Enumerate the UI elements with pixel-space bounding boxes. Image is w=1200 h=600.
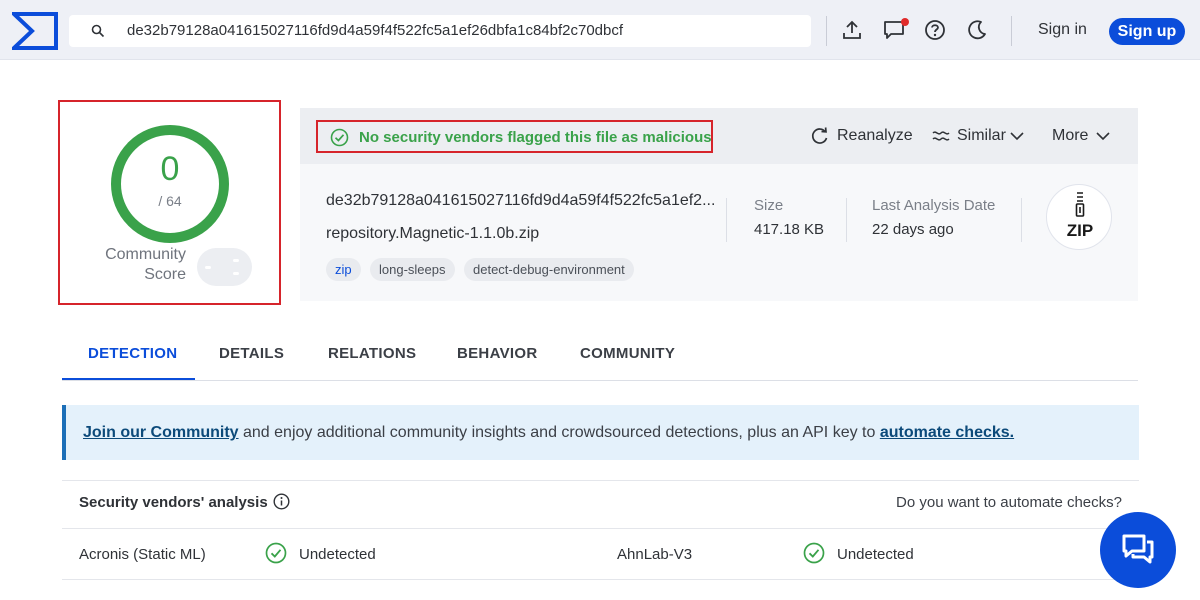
community-score-label: Community Score (90, 245, 186, 285)
vote-mark (205, 266, 211, 269)
size-value: 417.18 KB (754, 221, 825, 238)
tab-community[interactable]: COMMUNITY (580, 345, 675, 362)
divider (1011, 16, 1012, 46)
banner-middle-text: and enjoy additional community insights … (238, 424, 880, 441)
community-label-line2: Score (144, 266, 186, 283)
zip-file-icon: ZIP (1046, 184, 1112, 250)
divider (826, 16, 827, 46)
divider (1021, 198, 1022, 242)
info-icon[interactable] (273, 493, 290, 510)
sign-up-button[interactable]: Sign up (1109, 18, 1185, 45)
table-row: Acronis (Static ML) Undetected AhnLab-V3… (62, 528, 1139, 580)
tab-behavior[interactable]: BEHAVIOR (457, 345, 537, 362)
tag-long-sleeps[interactable]: long-sleeps (370, 258, 455, 281)
last-analysis-label: Last Analysis Date (872, 197, 996, 214)
tag-zip[interactable]: zip (326, 258, 361, 281)
score-value: 0 (160, 150, 180, 188)
file-summary-panel: No security vendors flagged this file as… (300, 108, 1138, 301)
dark-mode-icon[interactable] (966, 19, 988, 41)
help-icon[interactable] (924, 19, 946, 41)
chevron-down-icon (1010, 132, 1024, 141)
divider (726, 198, 727, 242)
chat-bubbles-icon (1122, 534, 1154, 564)
tag-detect-debug-environment[interactable]: detect-debug-environment (464, 258, 634, 281)
status-banner: No security vendors flagged this file as… (316, 120, 713, 153)
vote-mark (233, 272, 239, 275)
vendor-name: Acronis (Static ML) (79, 546, 206, 563)
upload-icon[interactable] (841, 19, 863, 41)
detection-score-card: 0 / 64 Community Score (58, 100, 281, 305)
vote-mark (233, 259, 239, 262)
zip-file-glyph: ZIP (1067, 192, 1093, 240)
community-label-line1: Community (105, 246, 186, 263)
search-input[interactable]: de32b79128a041615027116fd9d4a59f4f522fc5… (69, 15, 811, 47)
file-name: repository.Magnetic-1.1.0b.zip (326, 225, 540, 242)
community-score-vote[interactable] (197, 248, 252, 286)
status-text: No security vendors flagged this file as… (359, 129, 712, 146)
tab-relations[interactable]: RELATIONS (328, 345, 416, 362)
similar-button[interactable]: Similar (957, 127, 1006, 145)
chevron-down-icon (1096, 132, 1110, 141)
search-icon (91, 24, 105, 38)
vendors-heading: Security vendors' analysis (79, 494, 268, 511)
vendor-status: Undetected (299, 546, 376, 563)
last-analysis-value: 22 days ago (872, 221, 954, 238)
vendor-status: Undetected (837, 546, 914, 563)
check-circle-icon (330, 128, 349, 147)
reanalyze-icon[interactable] (811, 127, 829, 145)
security-vendors-section: Security vendors' analysis Do you want t… (62, 480, 1139, 600)
automate-checks-link[interactable]: automate checks. (880, 424, 1014, 441)
summary-header: No security vendors flagged this file as… (300, 108, 1138, 164)
community-banner: Join our Community and enjoy additional … (62, 405, 1139, 460)
active-tab-indicator (62, 378, 195, 380)
top-bar: de32b79128a041615027116fd9d4a59f4f522fc5… (0, 0, 1200, 60)
size-label: Size (754, 197, 784, 214)
reanalyze-button[interactable]: Reanalyze (837, 127, 913, 145)
banner-text: Join our Community and enjoy additional … (83, 424, 1014, 442)
similar-icon[interactable] (932, 129, 950, 147)
support-chat-button[interactable] (1100, 512, 1176, 588)
zip-label: ZIP (1067, 221, 1093, 240)
score-total: / 64 (158, 193, 182, 209)
search-value: de32b79128a041615027116fd9d4a59f4f522fc5… (127, 22, 624, 39)
sign-in-link[interactable]: Sign in (1038, 21, 1087, 39)
virustotal-logo[interactable] (12, 12, 58, 50)
more-button[interactable]: More (1052, 127, 1088, 145)
tab-details[interactable]: DETAILS (219, 345, 284, 362)
notification-dot (901, 18, 909, 26)
check-circle-icon (265, 542, 287, 564)
divider (846, 198, 847, 242)
tab-detection[interactable]: DETECTION (88, 345, 177, 362)
automate-checks-question[interactable]: Do you want to automate checks? (896, 494, 1122, 511)
report-tabs: DETECTION DETAILS RELATIONS BEHAVIOR COM… (62, 330, 1138, 381)
file-hash[interactable]: de32b79128a041615027116fd9d4a59f4f522fc5… (326, 192, 715, 210)
check-circle-icon (803, 542, 825, 564)
join-community-link[interactable]: Join our Community (83, 424, 239, 441)
vendor-name: AhnLab-V3 (617, 546, 693, 563)
